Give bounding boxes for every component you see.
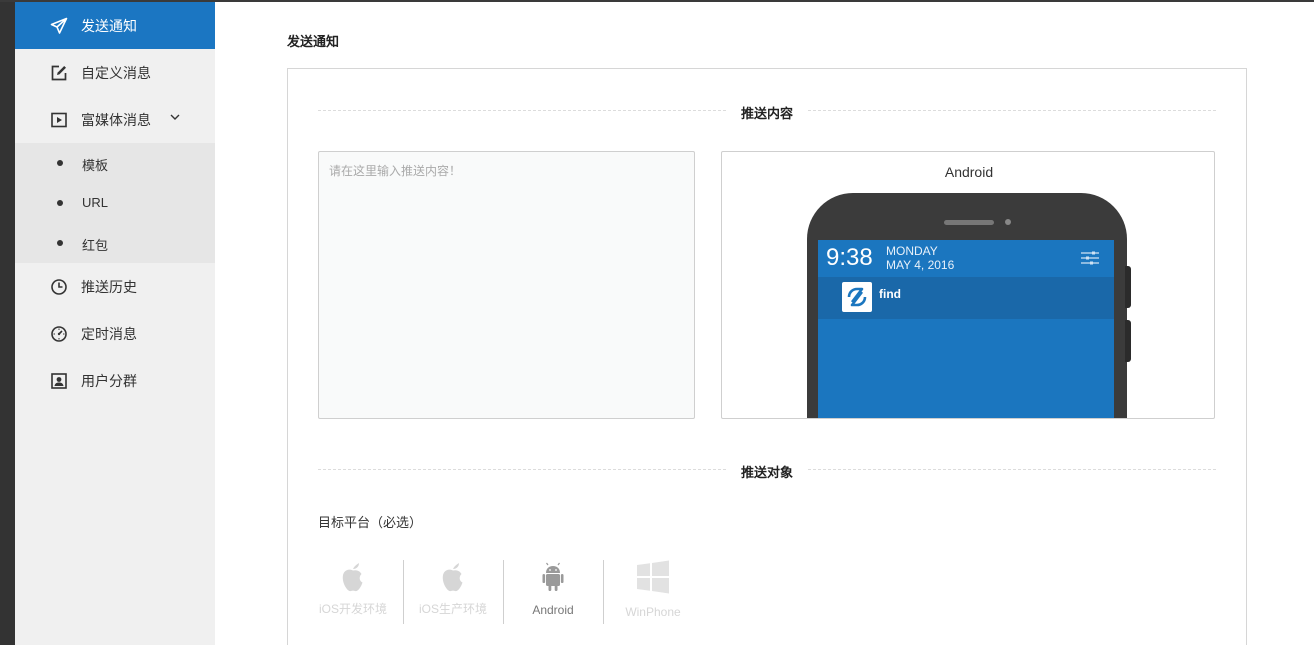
platform-winphone[interactable]: WinPhone <box>603 557 703 627</box>
send-notification-panel: 推送内容 Android 9:38 MONDAY MAY 4, 2016 <box>287 68 1247 645</box>
phone-side-button <box>1125 320 1131 362</box>
platform-ios-prod[interactable]: iOS生产环境 <box>403 557 503 627</box>
submenu-item-label: URL <box>82 195 109 210</box>
android-icon <box>503 557 603 597</box>
windows-icon <box>603 557 703 597</box>
bullet-icon <box>57 240 63 246</box>
page-title: 发送通知 <box>287 34 340 49</box>
apple-icon <box>403 557 503 597</box>
sidebar-item-scheduled-message[interactable]: 定时消息 <box>15 310 215 357</box>
target-platform-label: 目标平台（必选） <box>318 515 423 530</box>
phone-side-button <box>1125 266 1131 308</box>
notification-item: find <box>818 277 1114 319</box>
user-group-icon <box>50 372 68 390</box>
phone-mockup: 9:38 MONDAY MAY 4, 2016 find <box>807 193 1131 418</box>
sidebar: 发送通知 自定义消息 富媒体消息 模板 URL 红包 推送历史 定时消息 用户分… <box>15 2 215 645</box>
settings-sliders-icon <box>1081 250 1099 271</box>
platform-label: iOS生产环境 <box>418 602 487 616</box>
phone-speaker <box>944 220 994 225</box>
sidebar-item-custom-message[interactable]: 自定义消息 <box>15 49 215 96</box>
submenu-item-url[interactable]: URL <box>15 183 215 223</box>
submenu-item-template[interactable]: 模板 <box>15 143 215 183</box>
platform-label: Android <box>532 603 574 617</box>
android-preview: Android 9:38 MONDAY MAY 4, 2016 find <box>721 151 1215 419</box>
sidebar-item-label: 定时消息 <box>81 325 137 342</box>
sidebar-item-rich-media[interactable]: 富媒体消息 <box>15 96 215 143</box>
sidebar-item-push-history[interactable]: 推送历史 <box>15 263 215 310</box>
bullet-icon <box>57 200 63 206</box>
platform-label: iOS开发环境 <box>318 602 387 616</box>
platform-label: WinPhone <box>625 605 681 619</box>
sidebar-item-user-groups[interactable]: 用户分群 <box>15 357 215 404</box>
edit-icon <box>50 64 68 82</box>
push-content-input[interactable] <box>318 151 695 419</box>
sidebar-item-label: 用户分群 <box>81 372 137 389</box>
sidebar-item-label: 发送通知 <box>81 17 137 34</box>
rich-media-submenu: 模板 URL 红包 <box>15 143 215 263</box>
section-title-content: 推送内容 <box>726 103 808 122</box>
phone-screen: 9:38 MONDAY MAY 4, 2016 find <box>818 240 1114 418</box>
submenu-item-label: 模板 <box>82 158 109 173</box>
play-icon <box>50 111 68 129</box>
status-day: MONDAY <box>886 244 938 258</box>
timer-icon <box>50 325 68 343</box>
sidebar-item-label: 推送历史 <box>81 278 137 295</box>
phone-camera <box>1005 219 1011 225</box>
preview-title: Android <box>944 164 994 180</box>
section-title-target: 推送对象 <box>726 462 808 481</box>
sidebar-item-label: 富媒体消息 <box>81 111 151 128</box>
status-time: 9:38 <box>826 244 873 271</box>
platform-ios-dev[interactable]: iOS开发环境 <box>303 557 403 627</box>
app-logo-icon <box>842 282 872 312</box>
paper-plane-icon <box>50 17 68 35</box>
main-content: 发送通知 推送内容 Android 9:38 MONDAY MAY 4, 201… <box>215 2 1314 645</box>
platform-android[interactable]: Android <box>503 557 603 627</box>
sidebar-item-send-notification[interactable]: 发送通知 <box>15 2 215 49</box>
clock-icon <box>50 278 68 296</box>
chevron-down-icon <box>169 110 181 126</box>
sidebar-item-label: 自定义消息 <box>81 64 151 81</box>
status-date: MAY 4, 2016 <box>886 258 955 272</box>
submenu-item-label: 红包 <box>82 238 109 253</box>
submenu-item-red-packet[interactable]: 红包 <box>15 223 215 263</box>
apple-icon <box>303 557 403 597</box>
notification-app-name: find <box>879 287 901 301</box>
bullet-icon <box>57 160 63 166</box>
